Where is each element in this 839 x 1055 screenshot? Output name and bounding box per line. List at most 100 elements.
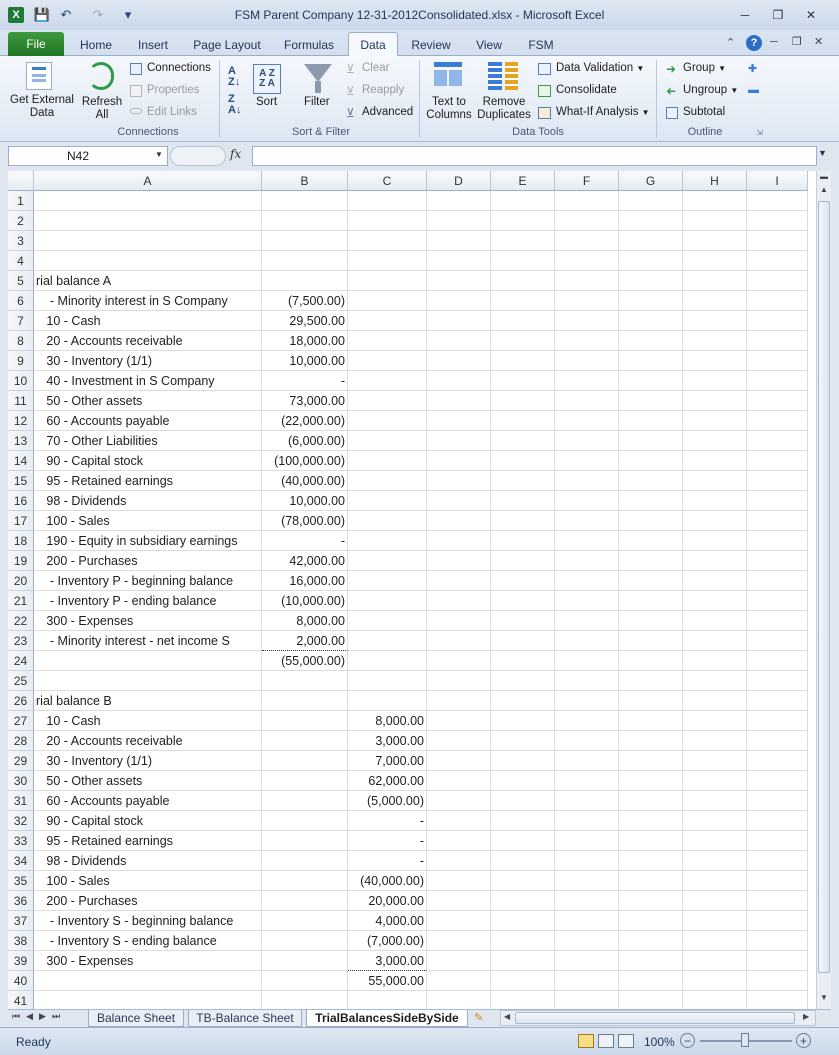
cell-e30[interactable] [491,771,555,791]
cell-h2[interactable] [683,211,747,231]
help-icon[interactable]: ? [746,35,762,51]
cell-i37[interactable] [747,911,808,931]
row-header[interactable]: 24 [8,651,34,671]
tab-view[interactable]: View [464,34,514,56]
split-box-icon[interactable]: ▬ [818,172,830,182]
cell-b12[interactable]: (22,000.00) [262,411,348,431]
column-header-c[interactable]: C [348,171,427,191]
tab-insert[interactable]: Insert [128,34,178,56]
row-header[interactable]: 12 [8,411,34,431]
cell-a31[interactable]: 60 - Accounts payable [34,791,262,811]
cell-i33[interactable] [747,831,808,851]
row-header[interactable]: 28 [8,731,34,751]
row-header[interactable]: 2 [8,211,34,231]
cell-b31[interactable] [262,791,348,811]
cell-e32[interactable] [491,811,555,831]
cell-e29[interactable] [491,751,555,771]
cell-g12[interactable] [619,411,683,431]
cell-h31[interactable] [683,791,747,811]
cell-a39[interactable]: 300 - Expenses [34,951,262,971]
insert-sheet-icon[interactable]: ✎ [474,1011,483,1024]
cell-b25[interactable] [262,671,348,691]
cell-f36[interactable] [555,891,619,911]
cell-c33[interactable]: - [348,831,427,851]
cell-e26[interactable] [491,691,555,711]
remove-duplicates-icon[interactable] [488,62,518,90]
row-header[interactable]: 26 [8,691,34,711]
row-header[interactable]: 9 [8,351,34,371]
cell-d22[interactable] [427,611,491,631]
connections-button[interactable]: Connections [147,62,211,74]
row-header[interactable]: 3 [8,231,34,251]
cell-d29[interactable] [427,751,491,771]
cell-b3[interactable] [262,231,348,251]
vertical-scrollbar[interactable]: ▬ ▲ ▼ [816,171,831,1009]
cell-c1[interactable] [348,191,427,211]
row-header[interactable]: 15 [8,471,34,491]
cell-d14[interactable] [427,451,491,471]
cell-g3[interactable] [619,231,683,251]
cell-g10[interactable] [619,371,683,391]
sheet-tab-tb-balance-sheet[interactable]: TB-Balance Sheet [188,1010,302,1027]
cell-c29[interactable]: 7,000.00 [348,751,427,771]
cell-e34[interactable] [491,851,555,871]
cell-a26[interactable]: rial balance B [34,691,262,711]
cell-f10[interactable] [555,371,619,391]
cell-i5[interactable] [747,271,808,291]
cell-b20[interactable]: 16,000.00 [262,571,348,591]
row-header[interactable]: 22 [8,611,34,631]
filter-icon[interactable] [304,64,332,82]
cell-e24[interactable] [491,651,555,671]
cell-c32[interactable]: - [348,811,427,831]
cell-f18[interactable] [555,531,619,551]
cell-a5[interactable]: rial balance A [34,271,262,291]
advanced-button[interactable]: Advanced [362,106,413,118]
cell-g28[interactable] [619,731,683,751]
cell-g4[interactable] [619,251,683,271]
cell-a32[interactable]: 90 - Capital stock [34,811,262,831]
cell-b21[interactable]: (10,000.00) [262,591,348,611]
cell-i21[interactable] [747,591,808,611]
cell-b37[interactable] [262,911,348,931]
cell-b41[interactable] [262,991,348,1009]
cell-i12[interactable] [747,411,808,431]
cell-g37[interactable] [619,911,683,931]
row-header[interactable]: 34 [8,851,34,871]
cell-c9[interactable] [348,351,427,371]
cell-d6[interactable] [427,291,491,311]
cell-h5[interactable] [683,271,747,291]
cell-a38[interactable]: - Inventory S - ending balance [34,931,262,951]
cell-e11[interactable] [491,391,555,411]
cell-i34[interactable] [747,851,808,871]
scroll-down-icon[interactable]: ▼ [818,993,830,1005]
sort-button[interactable]: Sort [256,96,277,108]
cell-b35[interactable] [262,871,348,891]
cell-a30[interactable]: 50 - Other assets [34,771,262,791]
cell-a28[interactable]: 20 - Accounts receivable [34,731,262,751]
zoom-in-icon[interactable]: + [796,1033,811,1048]
cell-g39[interactable] [619,951,683,971]
row-header[interactable]: 31 [8,791,34,811]
cell-d1[interactable] [427,191,491,211]
get-external-data-button[interactable]: Get External Data [6,94,78,120]
edit-links-button[interactable]: Edit Links [147,106,197,118]
column-header-h[interactable]: H [683,171,747,191]
scroll-left-icon[interactable]: ◀ [504,1012,510,1021]
cell-a36[interactable]: 200 - Purchases [34,891,262,911]
scroll-up-icon[interactable]: ▲ [818,185,830,197]
cell-c13[interactable] [348,431,427,451]
cell-f29[interactable] [555,751,619,771]
cell-e38[interactable] [491,931,555,951]
row-header[interactable]: 25 [8,671,34,691]
cell-h41[interactable] [683,991,747,1009]
row-header[interactable]: 16 [8,491,34,511]
cell-c41[interactable] [348,991,427,1009]
cell-f4[interactable] [555,251,619,271]
cell-d17[interactable] [427,511,491,531]
cell-b4[interactable] [262,251,348,271]
cell-c25[interactable] [348,671,427,691]
cell-i32[interactable] [747,811,808,831]
workbook-minimize-icon[interactable]: ─ [770,36,778,48]
cell-b2[interactable] [262,211,348,231]
cell-b7[interactable]: 29,500.00 [262,311,348,331]
